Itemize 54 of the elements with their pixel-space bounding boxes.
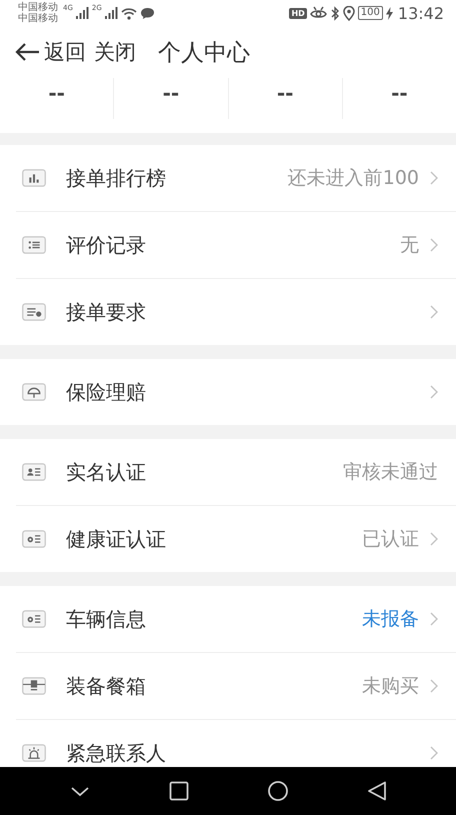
page-title: 个人中心 (158, 38, 250, 68)
carrier-name: 中国移动 (18, 2, 58, 13)
list-item[interactable]: 实名认证 审核未通过 (0, 439, 456, 505)
item-label: 接单要求 (66, 298, 147, 326)
list-item[interactable]: 接单要求 (16, 278, 456, 345)
list-item[interactable]: 接单排行榜 还未进入前100 (0, 145, 456, 211)
bar-chart-icon (22, 169, 46, 187)
back-button[interactable]: 返回 (14, 38, 86, 66)
item-value: 审核未通过 (343, 460, 438, 485)
wifi-icon (120, 6, 137, 20)
item-value: 无 (400, 233, 419, 258)
item-label: 车辆信息 (66, 606, 147, 632)
home-icon[interactable] (266, 780, 288, 802)
item-value: 还未进入前100 (288, 166, 419, 191)
close-button[interactable]: 关闭 (94, 38, 136, 66)
back-icon[interactable] (366, 780, 388, 802)
item-label: 评价记录 (66, 232, 147, 258)
battery-level: 100 (358, 6, 383, 20)
back-arrow-icon (14, 42, 40, 62)
bluetooth-icon (330, 6, 340, 20)
umbrella-icon (22, 383, 46, 401)
card-icon (22, 530, 46, 548)
signal-icon (76, 7, 89, 19)
hd-badge: HD (289, 8, 307, 18)
item-label: 装备餐箱 (66, 672, 147, 700)
list-item[interactable]: 装备餐箱 未购买 (16, 652, 456, 719)
chat-icon (140, 6, 155, 20)
item-value: 已认证 (362, 527, 419, 552)
item-label: 接单排行榜 (66, 164, 167, 192)
eye-icon (310, 6, 327, 20)
item-value: 未报备 (362, 607, 419, 632)
recents-icon[interactable] (168, 780, 190, 802)
list-item[interactable]: 健康证认证 已认证 (16, 505, 456, 572)
stat-value: -- (391, 80, 408, 107)
list-item[interactable]: 保险理赔 (0, 359, 456, 425)
stat-value: -- (276, 80, 294, 107)
siren-icon (22, 744, 46, 762)
stat-value: -- (162, 80, 180, 107)
clock-time: 13:42 (398, 4, 444, 22)
id-card-icon (22, 463, 46, 481)
list-item[interactable]: 评价记录 无 (16, 211, 456, 278)
signal-icon (104, 7, 118, 19)
list-icon (22, 236, 46, 254)
item-label: 紧急联系人 (66, 740, 167, 766)
card-icon (22, 610, 46, 628)
item-value: 未购买 (362, 674, 419, 699)
stat-value: -- (48, 80, 65, 107)
item-label: 实名认证 (66, 458, 147, 486)
item-label: 健康证认证 (66, 526, 167, 552)
carrier-name: 中国移动 (18, 13, 58, 24)
list-item[interactable]: 车辆信息 未报备 (0, 586, 456, 652)
box-icon (22, 677, 46, 695)
location-icon (342, 6, 355, 20)
item-label: 保险理赔 (66, 378, 147, 406)
